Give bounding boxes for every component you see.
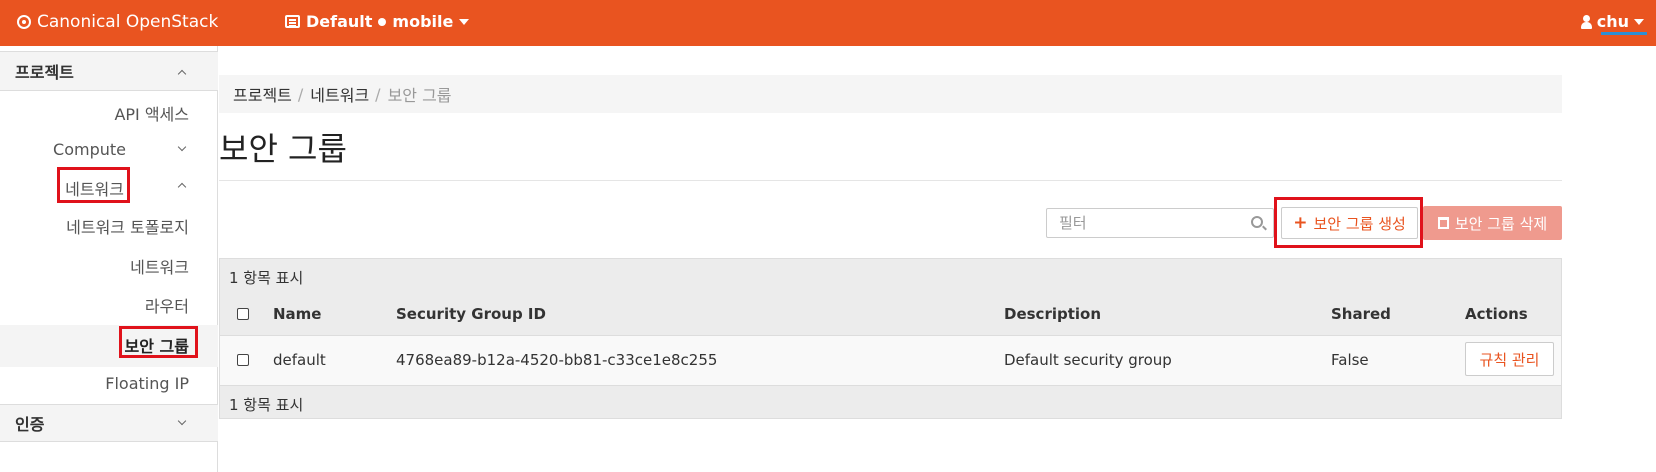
delete-button-label: 보안 그룹 삭제 [1454,214,1548,233]
sidebar-section-identity[interactable]: 인증 [0,404,218,442]
highlight-box [1274,197,1423,248]
item-count-bottom: 1 항목 표시 [229,396,304,414]
chevron-up-icon[interactable] [177,182,187,192]
project-name: mobile [392,12,454,31]
brand-logo[interactable]: Canonical OpenStack [17,12,218,32]
item-count-top: 1 항목 표시 [229,269,304,287]
security-groups-table: 1 항목 표시 Name Security Group ID Descripti… [219,258,1562,419]
table-footer [220,386,1561,418]
row-checkbox[interactable] [237,354,249,366]
ubuntu-logo-icon [17,15,31,29]
manage-rules-button[interactable]: 규칙 관리 [1465,342,1554,376]
caret-down-icon [459,18,470,25]
column-header-name[interactable]: Name [273,305,321,323]
brand-name: Canonical OpenStack [37,12,219,32]
chevron-down-icon [177,416,187,426]
breadcrumb: 프로젝트 / 네트워크 / 보안 그룹 [219,75,1562,113]
breadcrumb-separator: / [297,84,304,104]
column-header-description[interactable]: Description [1004,305,1101,323]
breadcrumb-item-network[interactable]: 네트워크 [310,82,369,106]
column-header-id[interactable]: Security Group ID [396,305,546,323]
search-icon[interactable] [1251,216,1263,228]
user-menu-dropdown[interactable]: chu [1580,12,1644,31]
top-navbar: Canonical OpenStack Default mobile chu [0,0,1656,46]
sidebar-section-label: 프로젝트 [15,63,74,82]
domain-name: Default [306,12,373,31]
sidebar-section-project[interactable]: 프로젝트 [0,51,218,91]
highlight-box [119,326,198,358]
sidebar-item-api-access[interactable]: API 액세스 [114,101,189,125]
sidebar-section-label: 인증 [15,415,45,434]
cell-name[interactable]: default [273,351,326,369]
sidebar: 프로젝트 API 액세스 Compute 네트워크 네트워크 토폴로지 네트워크… [0,46,218,472]
cell-description: Default security group [1004,351,1172,369]
chevron-down-icon[interactable] [177,142,187,152]
sidebar-item-routers[interactable]: 라우터 [145,293,189,317]
breadcrumb-item-project[interactable]: 프로젝트 [233,82,292,106]
filter-input[interactable] [1046,208,1274,238]
column-header-actions: Actions [1465,305,1528,323]
cell-shared: False [1331,351,1369,369]
separator-dot-icon [378,17,387,26]
sidebar-item-network-topology[interactable]: 네트워크 토폴로지 [66,214,189,238]
user-icon [1580,14,1592,29]
column-header-shared[interactable]: Shared [1331,305,1391,323]
sidebar-item-compute[interactable]: Compute [53,140,126,159]
list-icon [285,15,300,28]
trash-icon [1437,217,1449,229]
select-all-checkbox[interactable] [237,308,249,320]
user-name: chu [1596,12,1629,31]
delete-security-group-button[interactable]: 보안 그룹 삭제 [1423,206,1562,240]
cell-security-group-id: 4768ea89-b12a-4520-bb81-c33ce1e8c255 [396,351,718,369]
user-underline [1601,32,1647,35]
table-header [220,259,1561,335]
caret-down-icon [1634,18,1644,25]
sidebar-item-networks[interactable]: 네트워크 [130,254,189,278]
breadcrumb-item-current: 보안 그룹 [387,86,452,105]
page-title: 보안 그룹 [219,130,347,168]
highlight-box [57,167,130,203]
project-context-dropdown[interactable]: Default mobile [285,12,470,31]
title-divider [219,180,1562,181]
breadcrumb-separator: / [375,84,381,104]
chevron-up-icon [177,69,187,79]
sidebar-item-floating-ip[interactable]: Floating IP [105,374,189,393]
